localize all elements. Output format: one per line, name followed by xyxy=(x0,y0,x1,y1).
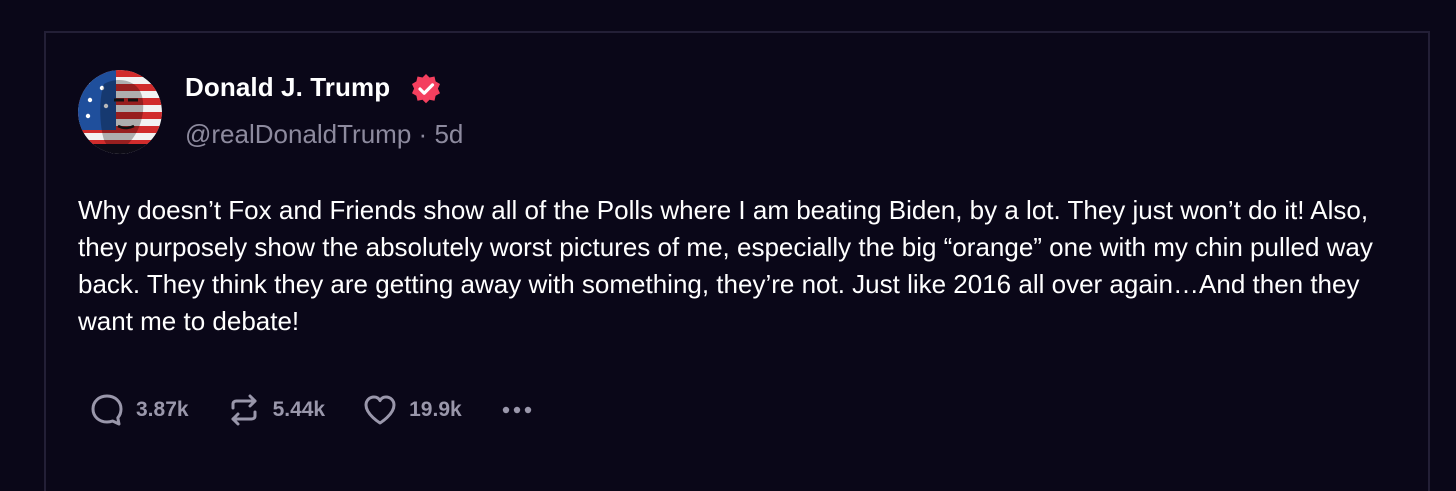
avatar-image xyxy=(78,70,162,154)
verified-badge-icon xyxy=(409,72,443,106)
post-time[interactable]: 5d xyxy=(434,119,463,149)
meta-separator: · xyxy=(418,119,428,149)
more-button[interactable] xyxy=(498,391,536,429)
post-actions: 3.87k 5.44k 19.9k xyxy=(88,388,536,432)
repost-arrows-icon xyxy=(231,394,257,426)
restore-count: 5.44k xyxy=(272,398,326,421)
avatar[interactable] xyxy=(78,70,162,154)
heart-icon xyxy=(364,395,396,425)
reply-count: 3.87k xyxy=(136,398,189,421)
comment-bubble-icon xyxy=(91,394,123,426)
like-count: 19.9k xyxy=(409,398,462,421)
author-handle[interactable]: @realDonaldTrump xyxy=(185,119,411,149)
handle-line: @realDonaldTrump · 5d xyxy=(185,119,463,150)
post-body: Why doesn’t Fox and Friends show all of … xyxy=(78,195,1373,336)
reply-button[interactable]: 3.87k xyxy=(88,391,189,429)
restore-button[interactable]: 5.44k xyxy=(225,391,326,429)
app-frame: Donald J. Trump @realDonaldTrump · 5d Wh… xyxy=(0,0,1456,491)
author-name[interactable]: Donald J. Trump xyxy=(185,72,390,103)
like-button[interactable]: 19.9k xyxy=(361,391,462,429)
more-dots-icon xyxy=(502,406,531,414)
